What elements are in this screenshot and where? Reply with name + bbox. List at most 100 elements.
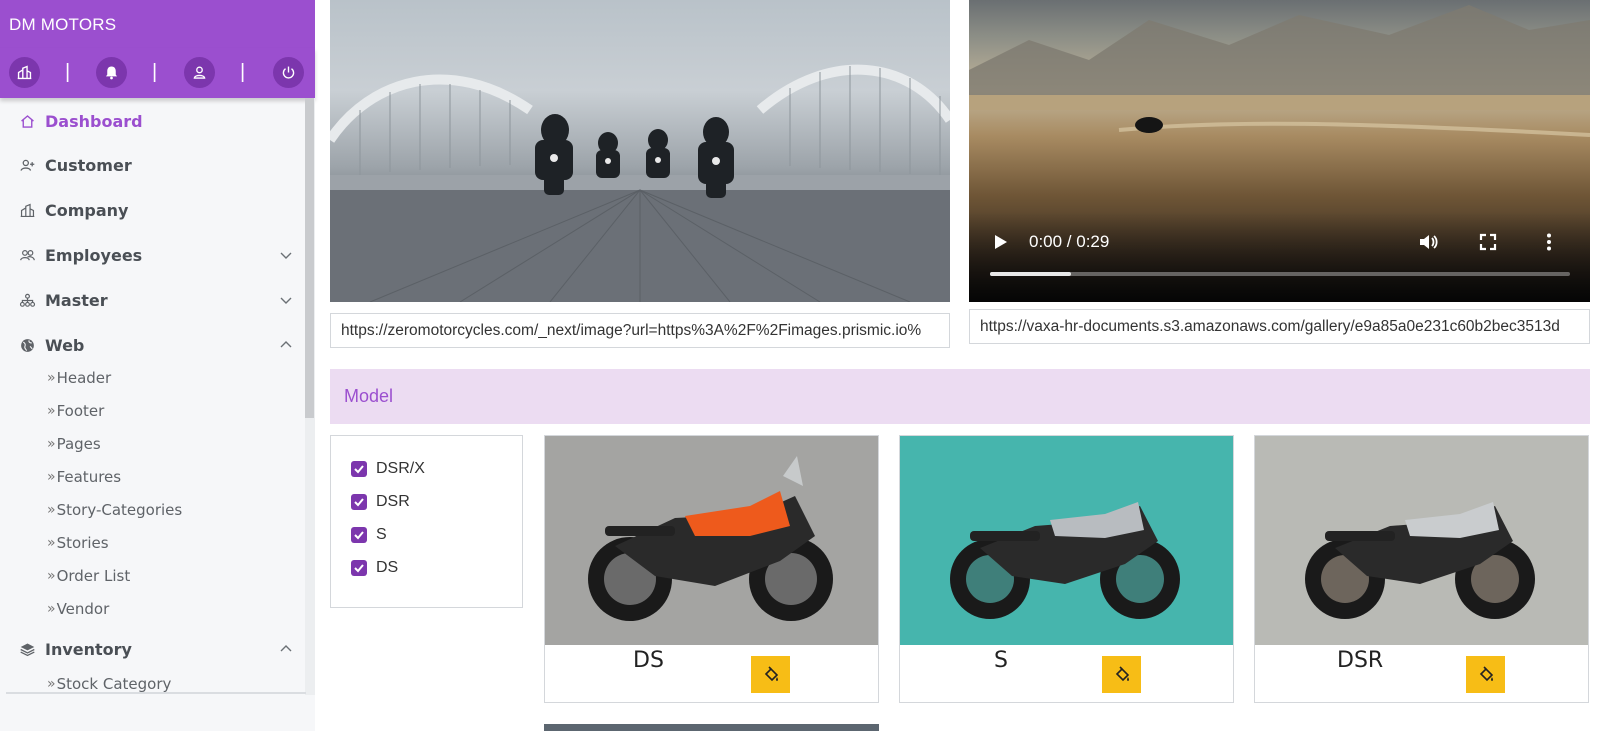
checkbox-checked[interactable] — [351, 494, 367, 510]
submenu-label: Footer — [56, 402, 105, 420]
sidebar-item-company[interactable]: Company — [0, 193, 305, 227]
filter-s[interactable]: S — [351, 524, 387, 546]
play-icon[interactable] — [989, 231, 1011, 253]
sidebar-menu: Dashboard Customer Company Employees Mas… — [0, 100, 305, 695]
sidebar-item-label: Web — [45, 335, 85, 355]
edit-model-button[interactable] — [1102, 656, 1141, 693]
filter-ds[interactable]: DS — [351, 557, 398, 579]
submenu-item-story-categories[interactable]: » Story-Categories — [47, 498, 182, 522]
home-icon — [18, 112, 36, 130]
model-name: DS — [633, 648, 664, 673]
check-icon — [354, 564, 364, 573]
sidebar-scrollbar-thumb[interactable] — [305, 98, 314, 418]
sidebar-item-label: Dashboard — [45, 111, 143, 131]
sidebar-divider — [6, 692, 306, 694]
quick-action-bar: | | | — [0, 48, 315, 98]
globe-icon — [18, 336, 36, 354]
checkbox-checked[interactable] — [351, 461, 367, 477]
sidebar-item-employees[interactable]: Employees — [0, 238, 305, 272]
filter-label: S — [376, 526, 387, 543]
sidebar-item-label: Inventory — [45, 639, 132, 659]
chevron-up-icon[interactable] — [279, 338, 293, 352]
video-progress-fill — [990, 272, 1072, 276]
video-url-field[interactable]: https://vaxa-hr-documents.s3.amazonaws.c… — [969, 309, 1590, 344]
edit-model-button[interactable] — [1466, 656, 1505, 693]
submenu-item-stories[interactable]: » Stories — [47, 531, 109, 555]
bridge-riders-photo — [330, 64, 950, 302]
submenu-label: Stories — [56, 534, 109, 552]
check-icon — [354, 531, 364, 540]
edit-model-button[interactable] — [751, 656, 790, 693]
company-chart-icon[interactable] — [9, 57, 40, 88]
checkbox-checked[interactable] — [351, 527, 367, 543]
motorcycle-image — [950, 502, 1180, 619]
sitemap-icon — [18, 291, 36, 309]
submenu-item-footer[interactable]: » Footer — [47, 399, 104, 423]
power-icon[interactable] — [273, 57, 304, 88]
submenu-item-pages[interactable]: » Pages — [47, 432, 101, 456]
users-icon — [18, 246, 36, 264]
volume-icon[interactable] — [1417, 231, 1439, 253]
quick-bar-separator: | — [152, 61, 158, 83]
model-card-s[interactable]: S — [899, 435, 1234, 703]
filter-label: DS — [376, 559, 399, 576]
model-section-header: Model — [330, 369, 1590, 424]
sidebar-item-web[interactable]: Web — [0, 328, 305, 362]
sidebar-item-label: Company — [45, 200, 129, 220]
paint-bucket-icon — [764, 665, 778, 681]
submenu-label: Vendor — [56, 600, 110, 618]
sidebar-item-label: Customer — [45, 155, 132, 175]
check-icon — [354, 498, 364, 507]
filter-dsr[interactable]: DSR — [351, 491, 410, 513]
double-chevron-right-icon: » — [47, 370, 55, 386]
double-chevron-right-icon: » — [47, 601, 55, 617]
video-time: 0:00 / 0:29 — [1029, 232, 1110, 251]
brand-logo-text[interactable]: DM MOTORS — [9, 15, 116, 35]
model-card-dsr[interactable]: DSR — [1254, 435, 1589, 703]
video-progress-bar[interactable] — [990, 272, 1570, 276]
submenu-item-vendor[interactable]: » Vendor — [47, 597, 109, 621]
video-player[interactable]: 0:00 / 0:29 — [969, 0, 1590, 302]
double-chevron-right-icon: » — [47, 403, 55, 419]
model-name: S — [994, 648, 1008, 673]
motorcycle-image — [588, 456, 833, 621]
building-icon — [18, 201, 36, 219]
model-card-partial[interactable] — [544, 724, 879, 731]
model-filter-panel: DSR/X DSR S DS — [330, 435, 523, 608]
chevron-down-icon[interactable] — [279, 293, 293, 307]
image-url-field[interactable]: https://zeromotorcycles.com/_next/image?… — [330, 313, 950, 348]
model-name: DSR — [1337, 648, 1384, 673]
fullscreen-icon[interactable] — [1477, 231, 1499, 253]
sidebar-item-dashboard[interactable]: Dashboard — [0, 104, 305, 138]
sidebar-item-label: Employees — [45, 245, 143, 265]
double-chevron-right-icon: » — [47, 535, 55, 551]
filter-label: DSR — [376, 493, 410, 510]
submenu-label: Header — [56, 369, 112, 387]
sidebar-item-master[interactable]: Master — [0, 283, 305, 317]
bell-icon[interactable] — [96, 57, 127, 88]
chevron-down-icon[interactable] — [279, 248, 293, 262]
sidebar-item-label: Master — [45, 290, 108, 310]
layers-icon — [18, 640, 36, 658]
chevron-up-icon[interactable] — [279, 642, 293, 656]
motorcycle-image — [1305, 502, 1535, 619]
user-icon[interactable] — [184, 57, 215, 88]
submenu-item-header[interactable]: » Header — [47, 366, 111, 390]
sidebar-item-inventory[interactable]: Inventory — [0, 632, 305, 666]
model-card-ds[interactable]: DS — [544, 435, 879, 703]
model-image — [545, 436, 878, 645]
banner-image — [330, 0, 950, 302]
double-chevron-right-icon: » — [47, 469, 55, 485]
more-options-icon[interactable] — [1538, 231, 1560, 253]
double-chevron-right-icon: » — [47, 502, 55, 518]
user-plus-icon — [18, 156, 36, 174]
submenu-label: Story-Categories — [56, 501, 183, 519]
sidebar: DM MOTORS | | | Dashboard Customer Compa… — [0, 0, 315, 731]
submenu-item-features[interactable]: » Features — [47, 465, 121, 489]
sidebar-item-customer[interactable]: Customer — [0, 148, 305, 182]
submenu-item-order-list[interactable]: » Order List — [47, 564, 130, 588]
filter-dsr-x[interactable]: DSR/X — [351, 458, 425, 480]
submenu-label: Features — [56, 468, 122, 486]
checkbox-checked[interactable] — [351, 560, 367, 576]
video-controls — [969, 212, 1590, 302]
